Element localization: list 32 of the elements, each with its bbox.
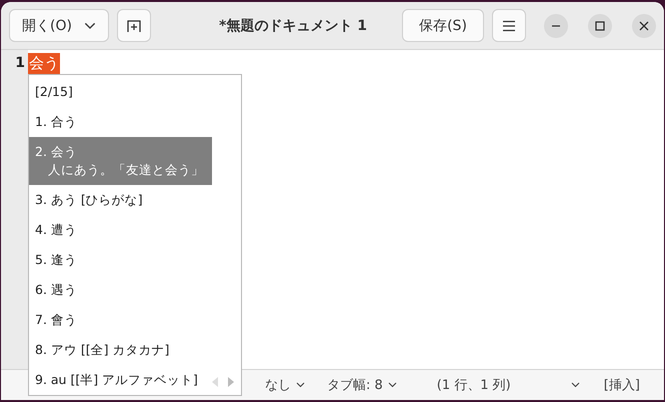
candidate-item[interactable]: 4. 遭う: [29, 215, 85, 245]
line-number: 1: [14, 54, 26, 73]
chevron-down-icon: [296, 382, 305, 388]
window-title: *無題のドキュメント 1: [219, 16, 367, 34]
candidate-item[interactable]: 1. 合う: [29, 107, 85, 137]
menu-button[interactable]: [492, 9, 526, 42]
insert-mode: [挿入]: [604, 377, 640, 394]
maximize-button[interactable]: [588, 14, 612, 38]
candidate-item[interactable]: 6. 遇う: [29, 275, 85, 305]
close-button[interactable]: [632, 14, 656, 38]
maximize-icon: [595, 20, 605, 30]
candidate-counter: [2/15]: [34, 83, 74, 101]
save-button[interactable]: 保存(S): [402, 9, 484, 42]
new-tab-icon: [126, 18, 142, 34]
candidate-item[interactable]: 5. 逢う: [29, 245, 85, 275]
close-icon: [639, 20, 649, 30]
candidate-item[interactable]: 2. 会う 人にあう。「友達と会う」: [29, 137, 212, 185]
menu-icon: [502, 20, 516, 32]
candidate-item[interactable]: 3. あう [ひらがな]: [29, 185, 151, 215]
chevron-down-icon: [84, 22, 96, 30]
candidate-item[interactable]: 9. au [[半] アルファベット]: [29, 365, 206, 395]
new-tab-button[interactable]: [117, 9, 151, 42]
status-dropdown[interactable]: タブ幅: 8: [323, 376, 401, 394]
open-button[interactable]: 開く(O): [9, 9, 109, 42]
candidate-item[interactable]: 7. 會う: [29, 305, 85, 335]
candidate-item[interactable]: 8. アウ [[全] カタカナ]: [29, 335, 178, 365]
minimize-icon: [552, 24, 560, 26]
chevron-down-icon: [388, 382, 397, 388]
chevron-down-icon: [570, 382, 580, 388]
preedit-text: 会う: [28, 53, 60, 74]
cursor-position: (1 行、1 列): [436, 377, 511, 394]
status-dropdown[interactable]: なし: [261, 376, 309, 394]
